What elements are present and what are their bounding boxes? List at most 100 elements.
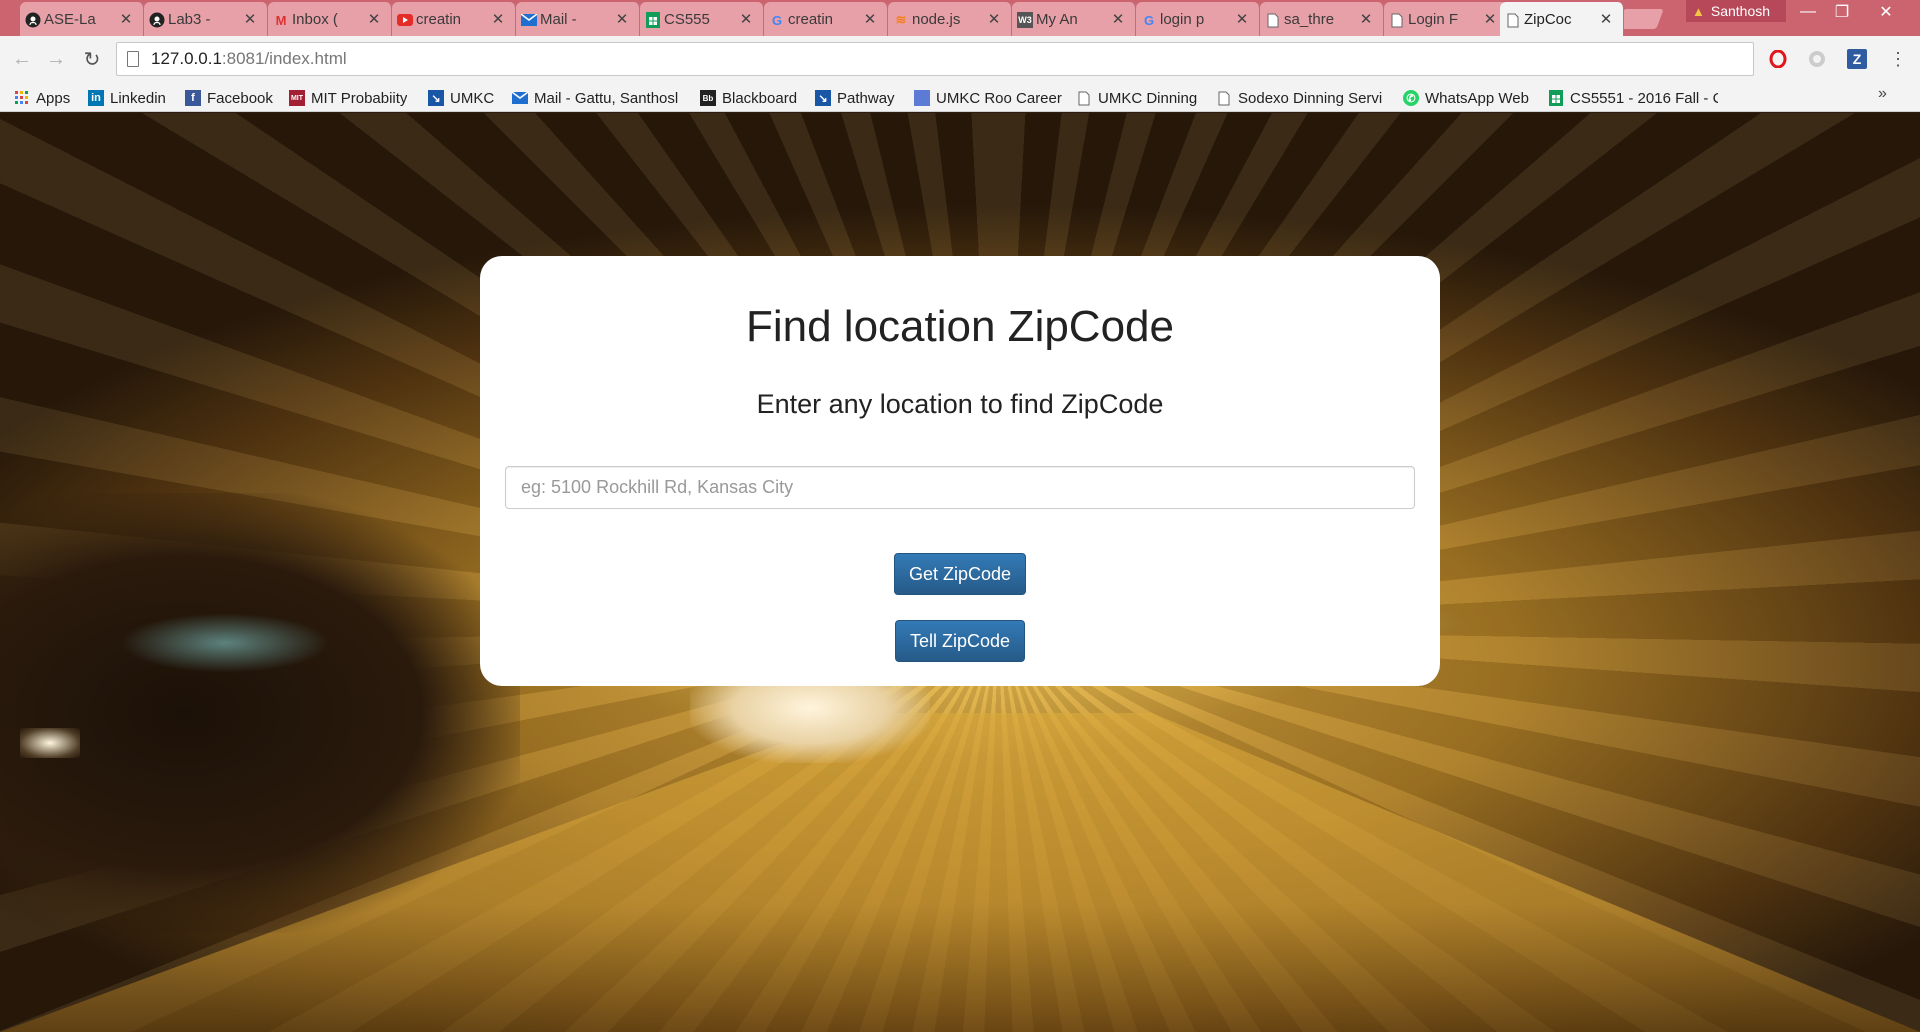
close-icon[interactable]: ✕: [1235, 10, 1249, 28]
opera-icon[interactable]: [1766, 47, 1790, 71]
tab-sa-thread[interactable]: sa_thre ✕: [1260, 2, 1384, 36]
tab-mail[interactable]: Mail - ✕: [516, 2, 640, 36]
close-icon[interactable]: ✕: [119, 10, 133, 28]
tab-youtube[interactable]: creatin ✕: [392, 2, 516, 36]
tell-zipcode-button[interactable]: Tell ZipCode: [895, 620, 1025, 662]
bookmark-linkedin[interactable]: in Linkedin: [88, 88, 166, 108]
bookmark-umkc-dinning[interactable]: UMKC Dinning: [1076, 88, 1197, 108]
restore-icon[interactable]: ❐: [1820, 0, 1864, 24]
tab-nodejs[interactable]: ≋ node.js ✕: [888, 2, 1012, 36]
google-icon: G: [1143, 12, 1155, 28]
github-icon: [25, 12, 41, 28]
tab-login-google[interactable]: G login p ✕: [1136, 2, 1260, 36]
bookmark-whatsapp[interactable]: ✆ WhatsApp Web: [1403, 88, 1529, 108]
page-icon: [1216, 90, 1232, 106]
tab-title: Lab3 -: [168, 10, 211, 28]
tab-title: creatin: [788, 10, 834, 28]
browser-toolbar: ← → ↻ 127.0.0.1:8081/index.html Z ⋮: [0, 36, 1920, 82]
bookmark-label: Mail - Gattu, Santhosl: [534, 89, 679, 107]
bookmark-pathway[interactable]: ↘ Pathway: [815, 88, 895, 108]
profile-button[interactable]: ▲ Santhosh: [1686, 0, 1786, 22]
tab-title: My An: [1036, 10, 1078, 28]
close-icon[interactable]: ✕: [1359, 10, 1373, 28]
car-window: [120, 613, 330, 673]
page-icon: [1505, 12, 1521, 28]
close-icon[interactable]: ✕: [1483, 10, 1497, 28]
location-input[interactable]: [505, 466, 1415, 509]
close-icon[interactable]: ✕: [243, 10, 257, 28]
bookmark-mit[interactable]: MIT MIT Probabiity: [289, 88, 407, 108]
mail-icon: [521, 12, 537, 28]
page-icon: [1389, 12, 1405, 28]
background-car-left: [0, 493, 520, 933]
menu-icon[interactable]: ⋮: [1886, 47, 1910, 71]
bookmark-label: WhatsApp Web: [1425, 89, 1529, 107]
umkc-icon: ↘: [428, 90, 444, 106]
close-icon[interactable]: ✕: [491, 10, 505, 28]
bookmark-label: Sodexo Dinning Servi: [1238, 89, 1383, 107]
sheets-icon: [1548, 90, 1564, 106]
extension-icon[interactable]: [1805, 47, 1829, 71]
close-icon[interactable]: ✕: [615, 10, 629, 28]
close-icon[interactable]: ✕: [987, 10, 1001, 28]
close-icon[interactable]: ✕: [367, 10, 381, 28]
bookmark-label: CS5551 - 2016 Fall - C: [1570, 89, 1718, 107]
back-icon[interactable]: ←: [10, 47, 34, 71]
chevron-right-icon[interactable]: »: [1878, 85, 1887, 103]
bookmark-roo-career[interactable]: UMKC Roo Career: [914, 88, 1062, 108]
tab-title: Mail -: [540, 10, 577, 28]
url-path: :8081/index.html: [221, 49, 347, 68]
tab-title: ZipCoc: [1524, 10, 1572, 28]
github-icon: [149, 12, 165, 28]
tab-login-form[interactable]: Login F ✕: [1384, 2, 1508, 36]
close-window-icon[interactable]: ✕: [1864, 0, 1908, 24]
bookmark-label: Pathway: [837, 89, 895, 107]
bookmark-facebook[interactable]: f Facebook: [185, 88, 273, 108]
forward-icon[interactable]: →: [44, 47, 68, 71]
page-subtitle: Enter any location to find ZipCode: [756, 389, 1164, 419]
close-icon[interactable]: ✕: [863, 10, 877, 28]
tab-title: sa_thre: [1284, 10, 1335, 28]
zotero-icon[interactable]: Z: [1845, 47, 1869, 71]
tab-inbox[interactable]: M Inbox ( ✕: [268, 2, 392, 36]
bookmark-cs5551[interactable]: CS5551 - 2016 Fall - C: [1548, 88, 1718, 108]
bookmark-sodexo[interactable]: Sodexo Dinning Servi: [1216, 88, 1386, 108]
bookmark-label: UMKC Roo Career: [936, 89, 1062, 107]
profile-name: Santhosh: [1710, 3, 1771, 19]
warning-icon: ▲: [1692, 3, 1705, 19]
tab-title: Login F: [1408, 10, 1459, 28]
stack-icon: ≋: [895, 12, 907, 27]
get-zipcode-button[interactable]: Get ZipCode: [894, 553, 1026, 595]
tab-cs555[interactable]: CS555 ✕: [640, 2, 764, 36]
roo-career-icon: [914, 90, 930, 106]
tab-title: creatin: [416, 10, 462, 28]
bookmark-umkc[interactable]: ↘ UMKC: [428, 88, 494, 108]
blackboard-icon: Bb: [700, 90, 716, 106]
tab-lab3[interactable]: Lab3 - ✕: [144, 2, 268, 36]
address-bar[interactable]: 127.0.0.1:8081/index.html: [116, 42, 1754, 76]
close-icon[interactable]: ✕: [1599, 10, 1613, 28]
tab-ase-lab[interactable]: ASE-La ✕: [20, 2, 144, 36]
bookmarks-bar: Apps in Linkedin f Facebook MIT MIT Prob…: [0, 82, 1920, 112]
google-icon: G: [771, 12, 783, 28]
bookmark-mail[interactable]: Mail - Gattu, Santhosl: [512, 88, 682, 108]
page-background: Find location ZipCode Enter any location…: [0, 113, 1920, 1032]
tab-my-angular[interactable]: W3 My An ✕: [1012, 2, 1136, 36]
umkc-icon: ↘: [815, 90, 831, 106]
page-icon: [1265, 12, 1281, 28]
bookmark-label: UMKC: [450, 89, 495, 107]
tab-zipcode[interactable]: ZipCoc ✕: [1500, 2, 1624, 36]
tab-title: login p: [1160, 10, 1205, 28]
page-info-icon[interactable]: [127, 51, 139, 67]
tab-strip: ASE-La ✕ Lab3 - ✕ M Inbox ( ✕ creatin ✕ …: [0, 0, 1920, 36]
reload-icon[interactable]: ↻: [80, 47, 104, 71]
bookmark-label: Linkedin: [110, 89, 166, 107]
tab-google-creating[interactable]: G creatin ✕: [764, 2, 888, 36]
facebook-icon: f: [185, 90, 201, 106]
bookmark-blackboard[interactable]: Bb Blackboard: [700, 88, 797, 108]
zipcode-card: Find location ZipCode Enter any location…: [480, 256, 1440, 686]
tab-title: ASE-La: [44, 10, 96, 28]
close-icon[interactable]: ✕: [739, 10, 753, 28]
bookmark-apps[interactable]: Apps: [14, 88, 70, 108]
close-icon[interactable]: ✕: [1111, 10, 1125, 28]
